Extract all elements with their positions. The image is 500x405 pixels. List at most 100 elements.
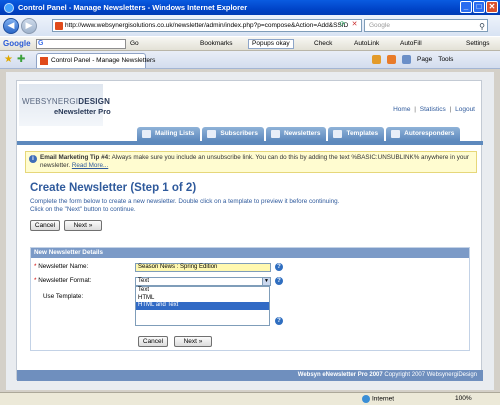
google-search-field[interactable]: G (36, 39, 126, 49)
logo-bold-text: DESIGN (78, 97, 111, 106)
help-icon[interactable]: ? (275, 317, 283, 325)
main-nav: Mailing Lists Subscribers Newsletters Te… (137, 127, 461, 141)
stop-icon[interactable]: ✕ (350, 20, 359, 29)
internet-explorer-icon (4, 2, 14, 13)
favorites-star-icon[interactable]: ★ (4, 54, 13, 65)
app-header: WEBSYNERGIDESIGN eNewsletter Pro Home | … (17, 81, 483, 131)
tools-menu[interactable]: Tools (438, 56, 453, 63)
footer-product: Websyn eNewsletter Pro 2007 (297, 372, 383, 378)
url-input[interactable]: http://www.websynergisolutions.co.uk/new… (52, 19, 362, 32)
newsletters-icon (270, 130, 280, 138)
mailing-lists-icon (142, 130, 151, 138)
intro-line-2: Click on the "Next" button to continue. (30, 206, 136, 213)
product-name: eNewsletter Pro (54, 107, 111, 116)
bookmarks-button[interactable]: Bookmarks (200, 40, 233, 47)
check-button[interactable]: Check (314, 40, 332, 47)
address-actions: ⟳ ✕ (338, 20, 359, 29)
page-favicon (55, 22, 63, 30)
globe-icon (362, 395, 370, 403)
refresh-icon[interactable]: ⟳ (338, 20, 347, 29)
cancel-button-top[interactable]: Cancel (30, 220, 60, 231)
maximize-button[interactable]: □ (473, 1, 485, 13)
page-intro: Complete the form below to create a new … (30, 198, 470, 214)
logout-link[interactable]: Logout (455, 106, 475, 113)
print-icon[interactable] (402, 55, 411, 64)
autofill-button[interactable]: AutoFill (400, 40, 422, 47)
search-input[interactable]: Google ⚲ (364, 19, 488, 32)
required-marker: * (34, 263, 37, 270)
page-viewport: WEBSYNERGIDESIGN eNewsletter Pro Home | … (6, 72, 494, 390)
add-favorites-icon[interactable]: ✚ (17, 54, 25, 65)
section-title: New Newsletter Details (31, 248, 469, 258)
next-button-bottom[interactable]: Next » (174, 336, 212, 347)
zoom-level[interactable]: 100% (455, 395, 472, 402)
tab-autoresponders[interactable]: Autoresponders (386, 127, 461, 141)
format-label: * Newsletter Format: (34, 277, 91, 284)
tab-label: Autoresponders (404, 130, 455, 137)
help-icon[interactable]: ? (275, 263, 283, 271)
chevron-down-icon[interactable]: ▼ (262, 278, 270, 285)
cancel-button-bottom[interactable]: Cancel (138, 336, 168, 347)
address-bar: ◀ ▶ http://www.websynergisolutions.co.uk… (0, 15, 500, 36)
link-separator: | (449, 106, 452, 113)
feeds-icon[interactable] (387, 55, 396, 64)
app-content: WEBSYNERGIDESIGN eNewsletter Pro Home | … (16, 80, 483, 381)
search-placeholder: Google (369, 22, 390, 29)
tip-heading: Email Marketing Tip #4: (40, 154, 111, 161)
tab-label: Mailing Lists (155, 130, 195, 137)
format-dropdown-list: Text HTML HTML and Text (135, 286, 270, 326)
format-option-text[interactable]: Text (136, 287, 269, 295)
subscribers-icon (207, 130, 217, 138)
format-selected-value: Text (138, 278, 150, 284)
templates-icon (333, 130, 343, 138)
newsletter-name-input[interactable]: Season News : Spring Edition (135, 263, 271, 272)
google-go-button[interactable]: Go (130, 40, 139, 47)
statistics-link[interactable]: Statistics (420, 106, 446, 113)
tab-title: Control Panel - Manage Newsletters (51, 57, 156, 64)
help-icon[interactable]: ? (275, 277, 283, 285)
newsletter-format-select[interactable]: Text ▼ (135, 277, 271, 286)
format-option-html[interactable]: HTML (136, 295, 269, 303)
browser-tab-active[interactable]: Control Panel - Manage Newsletters (36, 53, 155, 68)
google-g-icon: G (38, 40, 44, 47)
settings-button[interactable]: Settings (466, 40, 490, 47)
brand-logo: WEBSYNERGIDESIGN (22, 97, 110, 106)
popups-button[interactable]: Popups okay (248, 39, 294, 49)
home-icon[interactable] (372, 55, 381, 64)
favorites-tab-bar: ★ ✚ Control Panel - Manage Newsletters P… (0, 51, 500, 69)
security-zone: Internet (362, 395, 394, 403)
close-button[interactable]: ✕ (486, 1, 498, 13)
page-menu[interactable]: Page (417, 56, 432, 63)
page-title: Create Newsletter (Step 1 of 2) (30, 182, 197, 194)
minimize-button[interactable]: _ (460, 1, 472, 13)
window-title-bar: Control Panel - Manage Newsletters - Win… (0, 0, 500, 15)
tab-newsletters[interactable]: Newsletters (265, 127, 327, 141)
tab-subscribers[interactable]: Subscribers (202, 127, 264, 141)
next-button-top[interactable]: Next » (64, 220, 102, 231)
format-label-text: Newsletter Format: (38, 277, 92, 284)
link-separator: | (414, 106, 416, 113)
tab-mailing-lists[interactable]: Mailing Lists (137, 127, 201, 141)
search-icon[interactable]: ⚲ (479, 21, 485, 32)
autolink-button[interactable]: AutoLink (354, 40, 379, 47)
required-marker: * (34, 277, 37, 284)
status-bar: Internet 100% (0, 392, 500, 405)
tab-label: Subscribers (220, 130, 258, 137)
tab-label: Newsletters (283, 130, 321, 137)
read-more-link[interactable]: Read More... (72, 162, 108, 169)
autoresponders-icon (391, 130, 401, 138)
logo-light-text: WEBSYNERGI (22, 97, 79, 106)
back-button[interactable]: ◀ (3, 17, 19, 34)
home-link[interactable]: Home (393, 106, 410, 113)
command-bar: Page Tools (372, 55, 453, 64)
url-text: http://www.websynergisolutions.co.uk/new… (65, 22, 349, 29)
tab-templates[interactable]: Templates (328, 127, 385, 141)
top-links: Home | Statistics | Logout (393, 106, 475, 113)
name-label: * Newsletter Name: (34, 263, 88, 270)
name-label-text: Newsletter Name: (38, 263, 89, 270)
format-option-html-and-text[interactable]: HTML and Text (136, 302, 269, 310)
forward-button[interactable]: ▶ (21, 17, 37, 34)
window-title: Control Panel - Manage Newsletters - Win… (18, 3, 248, 12)
footer-copyright: Copyright 2007 WebsynergiDesign (382, 372, 477, 378)
marketing-tip: i Email Marketing Tip #4: Always make su… (25, 151, 477, 173)
